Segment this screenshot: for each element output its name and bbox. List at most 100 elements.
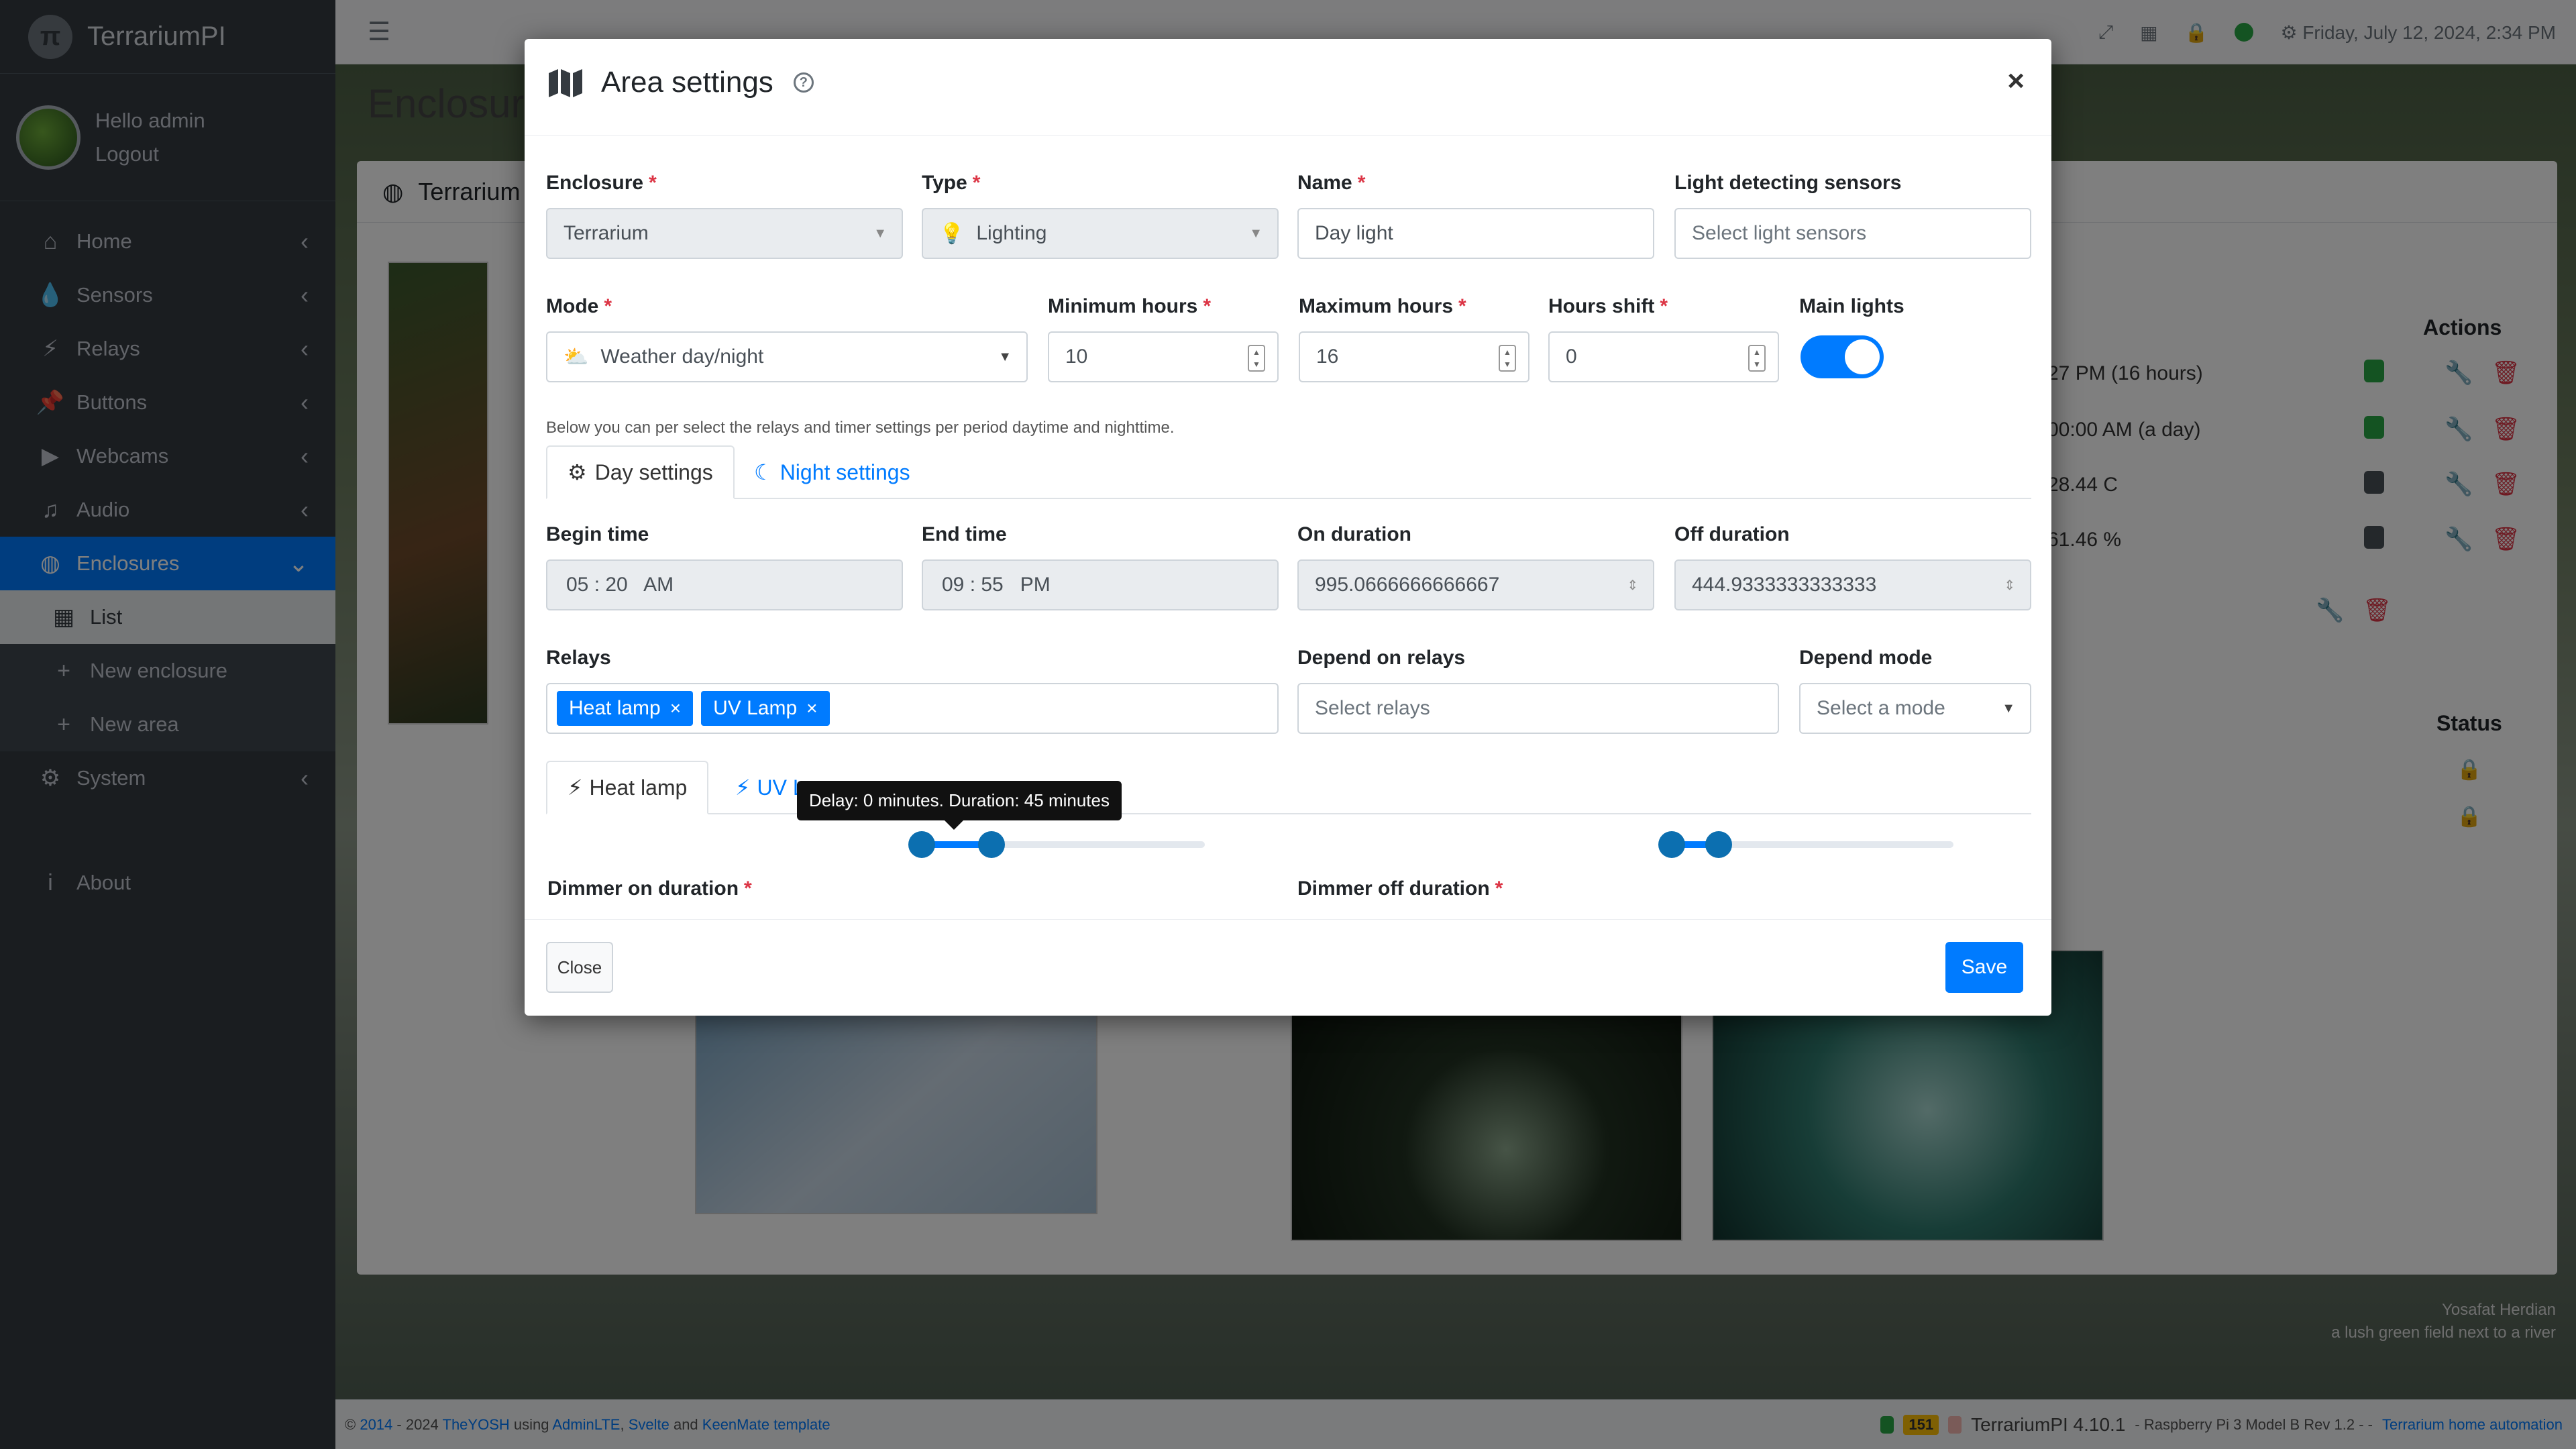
min-hours-input[interactable]: 10 ▲ ▼ — [1048, 331, 1279, 382]
dimmer-off-label-text: Dimmer off duration — [1297, 877, 1490, 900]
gear-icon: ⚙ — [568, 460, 587, 484]
begin-time-value: 05 : 20 AM — [566, 574, 674, 596]
enclosure-select[interactable]: Terrarium ▼ — [546, 208, 903, 259]
updown-icon: ⇕ — [1627, 578, 1638, 593]
required-marker: * — [649, 172, 657, 194]
relays-label: Relays — [546, 647, 611, 669]
slider-tooltip: Delay: 0 minutes. Duration: 45 minutes — [797, 781, 1122, 830]
chevron-down-icon: ▼ — [1249, 225, 1263, 241]
hours-shift-label-text: Hours shift — [1548, 295, 1655, 317]
relay-chip[interactable]: Heat lamp × — [557, 691, 694, 726]
max-hours-label-text: Maximum hours — [1299, 295, 1454, 317]
begin-time-label: Begin time — [546, 523, 649, 545]
required-marker: * — [1357, 172, 1366, 194]
number-spinner-icon[interactable]: ▲ ▼ — [1248, 345, 1265, 372]
dimmer-on-end-handle[interactable] — [978, 831, 1005, 858]
modal-footer — [525, 919, 2051, 1016]
on-duration-input[interactable]: 995.0666666666667 ⇕ — [1297, 559, 1654, 610]
dimmer-on-label: Dimmer on duration * — [547, 877, 752, 900]
remove-chip-icon[interactable]: × — [670, 698, 681, 719]
off-duration-label: Off duration — [1674, 523, 1790, 545]
type-value: Lighting — [976, 222, 1047, 244]
max-hours-input[interactable]: 16 ▲ ▼ — [1299, 331, 1529, 382]
off-duration-input[interactable]: 444.9333333333333 ⇕ — [1674, 559, 2031, 610]
light-sensors-label: Light detecting sensors — [1674, 172, 1902, 194]
area-settings-modal: Area settings ? × Enclosure * Terrarium ▼ … — [525, 39, 2051, 1016]
required-marker: * — [972, 172, 981, 194]
name-input[interactable]: Day light — [1297, 208, 1654, 259]
tab-heat-lamp-label: Heat lamp — [589, 775, 688, 800]
bolt-icon: ⚡ — [735, 775, 751, 800]
bolt-icon: ⚡ — [568, 775, 583, 800]
begin-time-input[interactable]: 05 : 20 AM — [546, 559, 903, 610]
map-icon — [549, 69, 582, 97]
max-hours-value: 16 — [1316, 345, 1339, 368]
enclosure-value: Terrarium — [564, 222, 649, 244]
chevron-down-icon: ▼ — [998, 349, 1012, 364]
min-hours-value: 10 — [1065, 345, 1088, 368]
depend-mode-label: Depend mode — [1799, 647, 1933, 669]
moon-icon: ☾ — [754, 460, 773, 484]
required-marker: * — [1203, 295, 1212, 317]
relays-select[interactable]: Heat lamp × UV Lamp × — [546, 683, 1279, 734]
relay-chip-label: Heat lamp — [569, 697, 661, 719]
help-icon[interactable]: ? — [793, 72, 814, 93]
required-marker: * — [1660, 295, 1668, 317]
dimmer-on-start-handle[interactable] — [908, 831, 935, 858]
mode-select[interactable]: ⛅ Weather day/night ▼ — [546, 331, 1028, 382]
dimmer-off-label: Dimmer off duration * — [1297, 877, 1503, 900]
dimmer-off-start-handle[interactable] — [1658, 831, 1685, 858]
close-button[interactable]: Close — [546, 942, 613, 993]
hours-shift-label: Hours shift * — [1548, 295, 1668, 318]
tab-night-settings[interactable]: ☾ Night settings — [734, 445, 930, 499]
dimmer-on-label-text: Dimmer on duration — [547, 877, 739, 900]
save-button[interactable]: Save — [1945, 942, 2023, 993]
tab-day-label: Day settings — [594, 460, 713, 484]
cloud-sun-icon: ⛅ — [564, 345, 589, 368]
hours-shift-input[interactable]: 0 ▲ ▼ — [1548, 331, 1779, 382]
required-marker: * — [604, 295, 612, 317]
enclosure-label-text: Enclosure — [546, 172, 644, 194]
type-label: Type * — [922, 172, 980, 195]
modal-title-text: Area settings — [601, 66, 773, 99]
depend-mode-select[interactable]: Select a mode ▼ — [1799, 683, 2031, 734]
toggle-knob — [1845, 339, 1880, 374]
off-duration-value: 444.9333333333333 — [1692, 574, 1877, 596]
mode-label-text: Mode — [546, 295, 599, 317]
dimmer-off-end-handle[interactable] — [1705, 831, 1732, 858]
relay-chip[interactable]: UV Lamp × — [701, 691, 830, 726]
hours-shift-value: 0 — [1566, 345, 1577, 368]
name-label: Name * — [1297, 172, 1365, 195]
number-spinner-icon[interactable]: ▲ ▼ — [1499, 345, 1516, 372]
required-marker: * — [1495, 877, 1503, 900]
mode-label: Mode * — [546, 295, 612, 318]
max-hours-label: Maximum hours * — [1299, 295, 1466, 318]
number-spinner-icon[interactable]: ▲ ▼ — [1748, 345, 1766, 372]
tab-day-settings[interactable]: ⚙ Day settings — [546, 445, 735, 499]
on-duration-value: 995.0666666666667 — [1315, 574, 1500, 596]
mode-value: Weather day/night — [600, 345, 764, 368]
depend-relays-label: Depend on relays — [1297, 647, 1466, 669]
relay-chip-label: UV Lamp — [713, 697, 798, 719]
remove-chip-icon[interactable]: × — [806, 698, 817, 719]
enclosure-label: Enclosure * — [546, 172, 657, 195]
min-hours-label: Minimum hours * — [1048, 295, 1211, 318]
depend-relays-select[interactable]: Select relays — [1297, 683, 1779, 734]
modal-header: Area settings ? × — [525, 39, 2051, 136]
on-duration-label: On duration — [1297, 523, 1411, 545]
modal-title: Area settings ? — [547, 66, 814, 99]
close-icon[interactable]: × — [2007, 64, 2025, 98]
name-value: Day light — [1315, 222, 1393, 244]
lightbulb-icon: 💡 — [939, 222, 965, 245]
type-select[interactable]: 💡 Lighting ▼ — [922, 208, 1279, 259]
end-time-label: End time — [922, 523, 1007, 545]
type-label-text: Type — [922, 172, 967, 194]
end-time-input[interactable]: 09 : 55 PM — [922, 559, 1279, 610]
light-sensors-select[interactable]: Select light sensors — [1674, 208, 2031, 259]
required-marker: * — [744, 877, 752, 900]
tab-night-label: Night settings — [780, 460, 910, 484]
depend-relays-placeholder: Select relays — [1315, 697, 1430, 719]
chevron-down-icon: ▼ — [873, 225, 887, 241]
main-lights-toggle[interactable] — [1801, 335, 1884, 378]
tab-heat-lamp[interactable]: ⚡ Heat lamp — [546, 761, 709, 814]
